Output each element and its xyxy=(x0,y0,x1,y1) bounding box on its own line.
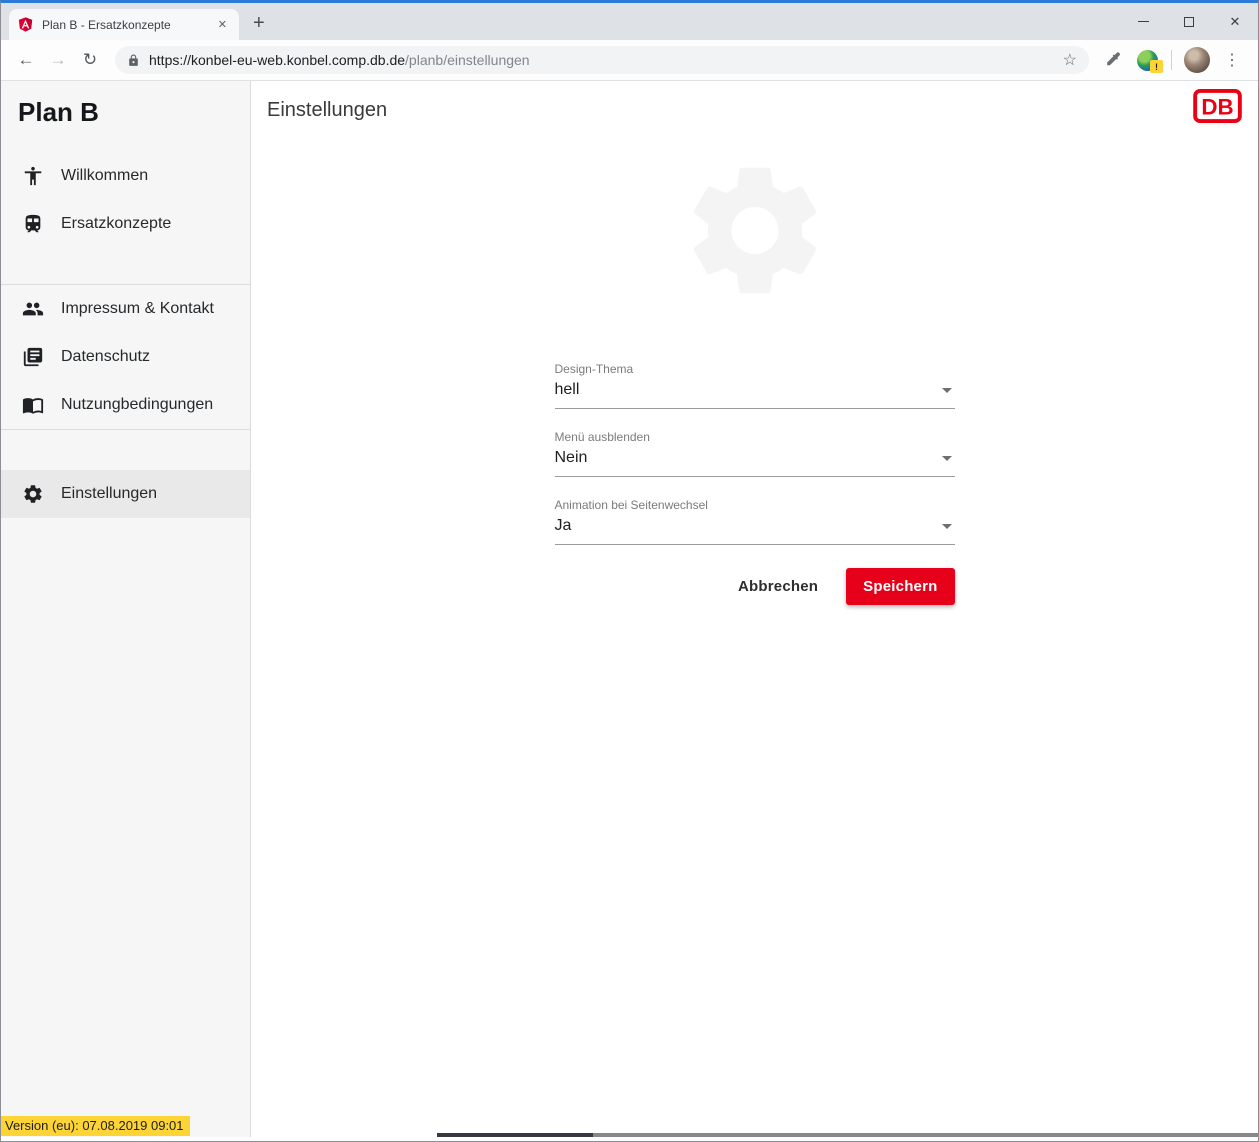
sidebar-item-einstellungen[interactable]: Einstellungen xyxy=(1,470,250,518)
browser-menu-button[interactable]: ⋮ xyxy=(1216,50,1248,70)
animation-seitenwechsel-select[interactable]: Ja xyxy=(555,517,955,545)
settings-gear-icon xyxy=(22,483,44,505)
save-button[interactable]: Speichern xyxy=(846,568,954,605)
field-label: Animation bei Seitenwechsel xyxy=(555,498,955,512)
app-root: Plan B Willkommen Ersatzkonzepte Impress… xyxy=(1,81,1258,1137)
field-value: Ja xyxy=(555,517,572,535)
sidebar-item-nutzungbedingungen[interactable]: Nutzungbedingungen xyxy=(1,381,250,429)
settings-form: Design-Thema hell Menü ausblenden Nein A… xyxy=(555,362,955,605)
db-logo-text: DB xyxy=(1201,94,1233,119)
main-content: Einstellungen DB Design-Thema hell Menü xyxy=(251,81,1258,1137)
train-icon xyxy=(22,213,44,235)
field-value: hell xyxy=(555,381,580,399)
field-design-thema: Design-Thema hell xyxy=(555,362,955,409)
app-title: Plan B xyxy=(1,81,250,128)
field-animation-seitenwechsel: Animation bei Seitenwechsel Ja xyxy=(555,498,955,545)
maximize-icon xyxy=(1184,17,1194,27)
sidebar-item-label: Willkommen xyxy=(61,167,148,185)
close-window-button[interactable]: ✕ xyxy=(1212,3,1258,40)
menue-ausblenden-select[interactable]: Nein xyxy=(555,449,955,477)
version-badge: Version (eu): 07.08.2019 09:01 xyxy=(1,1116,190,1136)
minimize-button[interactable] xyxy=(1120,3,1166,40)
sidebar-item-label: Nutzungbedingungen xyxy=(61,396,213,414)
sidebar-item-label: Impressum & Kontakt xyxy=(61,300,214,318)
browser-window: Plan B - Ersatzkonzepte ✕ + ✕ ← → ↻ http… xyxy=(0,0,1259,1142)
globe-extension-button[interactable]: ! xyxy=(1134,46,1160,74)
sidebar-item-willkommen[interactable]: Willkommen xyxy=(1,152,250,200)
field-label: Design-Thema xyxy=(555,362,955,376)
url-path: /planb/einstellungen xyxy=(405,52,530,68)
chevron-down-icon xyxy=(942,524,952,529)
sidebar-item-label: Datenschutz xyxy=(61,348,150,366)
sidebar-item-label: Einstellungen xyxy=(61,485,157,503)
url-text: https://konbel-eu-web.konbel.comp.db.de/… xyxy=(149,52,530,68)
field-menue-ausblenden: Menü ausblenden Nein xyxy=(555,430,955,477)
sidebar-item-label: Ersatzkonzepte xyxy=(61,215,171,233)
scrollbar-thumb[interactable] xyxy=(437,1133,593,1137)
page-title: Einstellungen xyxy=(267,99,387,122)
new-tab-button[interactable]: + xyxy=(253,13,265,33)
tab-close-icon[interactable]: ✕ xyxy=(214,16,231,33)
sidebar-item-datenschutz[interactable]: Datenschutz xyxy=(1,333,250,381)
angular-favicon-icon xyxy=(17,16,34,33)
sidebar-item-ersatzkonzepte[interactable]: Ersatzkonzepte xyxy=(1,200,250,248)
db-logo: DB xyxy=(1193,89,1242,123)
profile-avatar[interactable] xyxy=(1184,47,1210,73)
form-actions: Abbrechen Speichern xyxy=(555,568,955,605)
sidebar-spacer xyxy=(1,248,250,284)
design-thema-select[interactable]: hell xyxy=(555,381,955,409)
field-label: Menü ausblenden xyxy=(555,430,955,444)
toolbar-divider xyxy=(1171,50,1172,70)
chevron-down-icon xyxy=(942,456,952,461)
address-bar[interactable]: https://konbel-eu-web.konbel.comp.db.de/… xyxy=(115,46,1089,74)
browser-tab[interactable]: Plan B - Ersatzkonzepte ✕ xyxy=(9,9,239,40)
settings-watermark-icon xyxy=(676,152,833,309)
eyedropper-icon xyxy=(1104,51,1122,69)
lock-icon xyxy=(127,54,140,67)
horizontal-scrollbar[interactable] xyxy=(437,1133,1258,1137)
cancel-button[interactable]: Abbrechen xyxy=(738,578,818,595)
extension-badge: ! xyxy=(1150,60,1163,73)
field-value: Nein xyxy=(555,449,588,467)
tab-bar: Plan B - Ersatzkonzepte ✕ + ✕ xyxy=(1,3,1258,40)
sidebar: Plan B Willkommen Ersatzkonzepte Impress… xyxy=(1,81,251,1137)
url-host: https://konbel-eu-web.konbel.comp.db.de xyxy=(149,52,405,68)
group-icon xyxy=(22,298,44,320)
minimize-icon xyxy=(1138,21,1149,23)
sidebar-nav: Willkommen Ersatzkonzepte Impressum & Ko… xyxy=(1,152,250,518)
library-books-icon xyxy=(22,346,44,368)
sidebar-spacer xyxy=(1,430,250,470)
back-button[interactable]: ← xyxy=(11,45,41,75)
eyedropper-extension-button[interactable] xyxy=(1100,46,1126,74)
maximize-button[interactable] xyxy=(1166,3,1212,40)
tab-title: Plan B - Ersatzkonzepte xyxy=(42,18,206,32)
browser-toolbar: ← → ↻ https://konbel-eu-web.konbel.comp.… xyxy=(1,40,1258,81)
open-book-icon xyxy=(22,394,44,416)
accessibility-icon xyxy=(22,165,44,187)
window-controls: ✕ xyxy=(1120,3,1258,40)
sidebar-item-impressum[interactable]: Impressum & Kontakt xyxy=(1,285,250,333)
forward-button[interactable]: → xyxy=(43,45,73,75)
reload-button[interactable]: ↻ xyxy=(75,45,105,75)
chevron-down-icon xyxy=(942,388,952,393)
bookmark-star-icon[interactable]: ☆ xyxy=(1063,50,1077,70)
